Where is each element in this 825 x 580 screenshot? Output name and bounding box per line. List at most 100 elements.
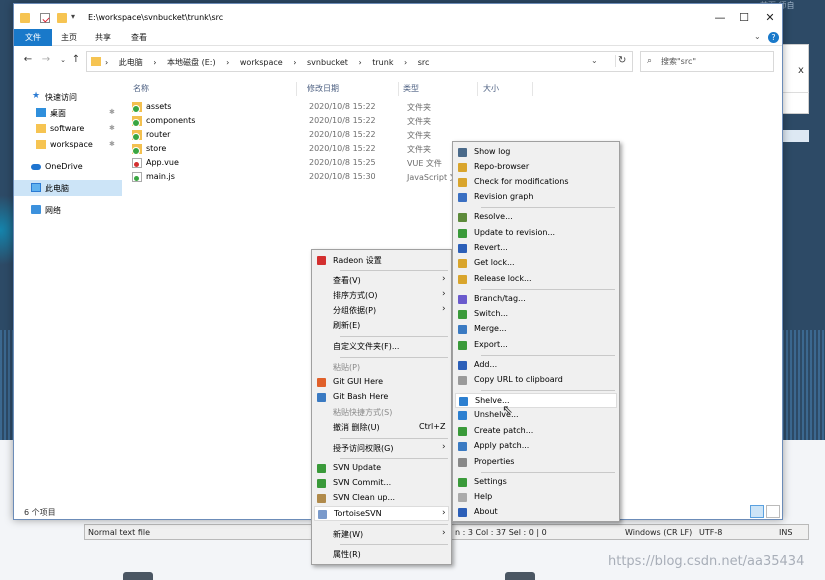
- expand-ribbon-icon[interactable]: ⌄: [754, 32, 764, 42]
- menu-item-svn-commit[interactable]: SVN Commit...: [314, 476, 449, 491]
- tab-file[interactable]: 文件: [14, 29, 52, 46]
- menu-item-export[interactable]: Export...: [455, 338, 617, 353]
- nav-quick-access[interactable]: ★ 快速访问: [14, 89, 122, 105]
- file-row[interactable]: router 2020/10/8 15:22 文件夹: [132, 128, 772, 142]
- nav-network[interactable]: 网络: [14, 202, 122, 218]
- column-divider[interactable]: [532, 82, 533, 96]
- menu-item-properties[interactable]: 属性(R): [314, 547, 449, 562]
- menu-item-copy-url[interactable]: Copy URL to clipboard: [455, 373, 617, 388]
- breadcrumb-workspace[interactable]: workspace: [240, 58, 283, 67]
- menu-item-view[interactable]: 查看(V) ›: [314, 273, 449, 288]
- menu-item-settings[interactable]: Settings: [455, 475, 617, 490]
- breadcrumb-separator[interactable]: ›: [359, 58, 362, 67]
- menu-item-give-access[interactable]: 授予访问权限(G) ›: [314, 441, 449, 456]
- menu-item-check-modifications[interactable]: Check for modifications: [455, 175, 617, 190]
- menu-item-group-by[interactable]: 分组依据(P) ›: [314, 303, 449, 318]
- menu-item-tortoisesvn[interactable]: TortoiseSVN ›: [314, 506, 449, 521]
- menu-item-resolve[interactable]: Resolve...: [455, 210, 617, 225]
- menu-item-help[interactable]: Help: [455, 490, 617, 505]
- nav-onedrive[interactable]: OneDrive: [14, 159, 122, 175]
- breadcrumb-this-pc[interactable]: 此电脑: [119, 58, 143, 67]
- menu-item-sort-by[interactable]: 排序方式(O) ›: [314, 288, 449, 303]
- menu-item-switch[interactable]: Switch...: [455, 307, 617, 322]
- menu-item-update-to-revision[interactable]: Update to revision...: [455, 226, 617, 241]
- recent-locations-icon[interactable]: ⌄: [57, 54, 69, 66]
- nav-this-pc[interactable]: 此电脑: [14, 180, 122, 196]
- menu-item-paste: 粘贴(P): [314, 360, 449, 375]
- breadcrumb-svnbucket[interactable]: svnbucket: [307, 58, 348, 67]
- nav-label: 快速访问: [45, 93, 77, 102]
- search-box[interactable]: ⌕: [640, 51, 774, 72]
- menu-item-radeon[interactable]: Radeon 设置: [314, 253, 449, 268]
- menu-item-undo-delete[interactable]: 撤消 删除(U) Ctrl+Z: [314, 420, 449, 435]
- back-arrow-icon[interactable]: ←: [22, 54, 34, 66]
- large-icons-view-icon[interactable]: [766, 505, 780, 518]
- menu-item-properties[interactable]: Properties: [455, 455, 617, 470]
- file-row[interactable]: components 2020/10/8 15:22 文件夹: [132, 114, 772, 128]
- menu-item-git-gui[interactable]: Git GUI Here: [314, 375, 449, 390]
- up-arrow-icon[interactable]: ↑: [70, 54, 82, 66]
- resolve-icon: [458, 213, 467, 222]
- new-folder-icon[interactable]: [57, 13, 67, 23]
- menu-item-git-bash[interactable]: Git Bash Here: [314, 390, 449, 405]
- column-divider[interactable]: [296, 82, 297, 96]
- address-bar[interactable]: › 此电脑 › 本地磁盘 (E:) › workspace › svnbucke…: [86, 51, 633, 72]
- menu-item-about[interactable]: About: [455, 505, 617, 520]
- menu-separator: [340, 524, 448, 525]
- menu-item-shelve[interactable]: Shelve...: [455, 393, 617, 408]
- search-input[interactable]: [661, 55, 769, 68]
- check-modifications-icon: [458, 178, 467, 187]
- file-row[interactable]: assets 2020/10/8 15:22 文件夹: [132, 100, 772, 114]
- column-divider[interactable]: [398, 82, 399, 96]
- help-button[interactable]: ?: [768, 32, 779, 43]
- forward-arrow-icon[interactable]: →: [40, 54, 52, 66]
- close-icon[interactable]: x: [798, 65, 808, 76]
- breadcrumb-separator[interactable]: ›: [153, 58, 156, 67]
- menu-item-get-lock[interactable]: Get lock...: [455, 256, 617, 271]
- menu-item-customize-folder[interactable]: 自定义文件夹(F)...: [314, 339, 449, 354]
- menu-item-create-patch[interactable]: Create patch...: [455, 424, 617, 439]
- column-header-size[interactable]: 大小: [483, 83, 499, 95]
- menu-item-add[interactable]: Add...: [455, 358, 617, 373]
- breadcrumb-separator[interactable]: ›: [404, 58, 407, 67]
- menu-item-merge[interactable]: Merge...: [455, 322, 617, 337]
- maximize-button[interactable]: ☐: [730, 9, 758, 27]
- breadcrumb-src[interactable]: src: [418, 58, 430, 67]
- address-dropdown-icon[interactable]: ⌄: [591, 56, 601, 68]
- breadcrumb-trunk[interactable]: trunk: [372, 58, 393, 67]
- column-header-type[interactable]: 类型: [403, 83, 419, 95]
- tab-share[interactable]: 共享: [88, 29, 118, 46]
- background-window-divider: [780, 92, 809, 93]
- menu-item-svn-cleanup[interactable]: SVN Clean up...: [314, 491, 449, 506]
- column-header-name[interactable]: 名称: [133, 83, 149, 95]
- nav-desktop[interactable]: 桌面 ✱: [14, 105, 122, 121]
- breadcrumb-separator[interactable]: ›: [293, 58, 296, 67]
- menu-item-new[interactable]: 新建(W) ›: [314, 527, 449, 542]
- menu-item-branch-tag[interactable]: Branch/tag...: [455, 292, 617, 307]
- column-header-date[interactable]: 修改日期: [307, 83, 339, 95]
- menu-item-svn-update[interactable]: SVN Update: [314, 461, 449, 476]
- details-view-icon[interactable]: [750, 505, 764, 518]
- menu-item-repo-browser[interactable]: Repo-browser: [455, 160, 617, 175]
- refresh-icon[interactable]: ↻: [615, 55, 627, 67]
- properties-icon[interactable]: [40, 13, 50, 23]
- revision-graph-icon: [458, 193, 467, 202]
- column-divider[interactable]: [477, 82, 478, 96]
- menu-item-label: 新建(W): [333, 530, 364, 539]
- nav-workspace[interactable]: workspace ✱: [14, 137, 122, 153]
- menu-item-release-lock[interactable]: Release lock...: [455, 272, 617, 287]
- file-name: components: [146, 116, 196, 125]
- nav-software[interactable]: software ✱: [14, 121, 122, 137]
- menu-item-show-log[interactable]: Show log: [455, 145, 617, 160]
- menu-item-refresh[interactable]: 刷新(E): [314, 318, 449, 333]
- menu-item-unshelve[interactable]: Unshelve...: [455, 408, 617, 423]
- menu-item-revert[interactable]: Revert...: [455, 241, 617, 256]
- close-button[interactable]: ✕: [756, 9, 782, 27]
- breadcrumb-separator[interactable]: ›: [226, 58, 229, 67]
- tab-home[interactable]: 主页: [54, 29, 84, 46]
- menu-item-revision-graph[interactable]: Revision graph: [455, 190, 617, 205]
- quick-access-dropdown-icon[interactable]: ▾: [71, 12, 75, 21]
- menu-item-apply-patch[interactable]: Apply patch...: [455, 439, 617, 454]
- breadcrumb-drive-e[interactable]: 本地磁盘 (E:): [167, 58, 216, 67]
- tab-view[interactable]: 查看: [124, 29, 154, 46]
